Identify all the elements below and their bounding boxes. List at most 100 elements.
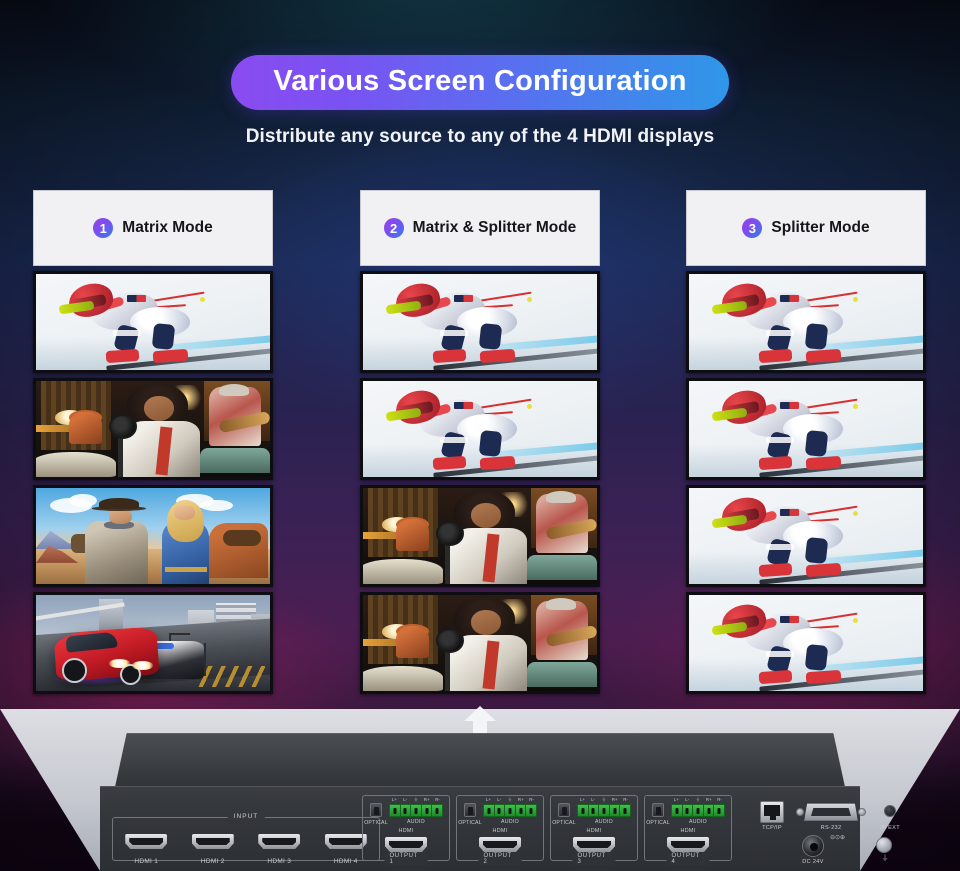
polarity-marks: ⊖⊙⊕ xyxy=(830,835,842,842)
hdmi-output-port-2[interactable] xyxy=(479,837,521,852)
scene-skier xyxy=(363,274,597,370)
display-screen[interactable] xyxy=(360,485,600,587)
display-screen[interactable] xyxy=(33,271,273,373)
hdmi-input-port-1[interactable] xyxy=(125,834,167,849)
audio-terminal-block-1[interactable] xyxy=(389,804,443,817)
header: Various Screen Configuration Distribute … xyxy=(0,0,960,148)
tcpip-rj45-port[interactable] xyxy=(760,801,784,823)
scene-skier xyxy=(363,381,597,477)
mode-badge-1: 1 xyxy=(93,218,113,238)
hdmi-input-label-4: HDMI 4 xyxy=(334,858,358,865)
ir-ext-label: IR EXT xyxy=(876,825,904,831)
display-screen[interactable] xyxy=(686,378,926,480)
scene-western xyxy=(36,488,270,584)
scene-band xyxy=(363,595,597,691)
hdmi-output-port-3[interactable] xyxy=(573,837,615,852)
device-chassis-top xyxy=(115,733,845,787)
scene-skier xyxy=(689,274,923,370)
audio-label-3: AUDIO xyxy=(577,819,631,825)
output-block-2: OPTICAL L+L- ⏚R+ R- AUDIO HDMI OUTPUT 2 xyxy=(456,795,544,861)
optical-port-1[interactable] xyxy=(370,803,382,817)
audio-pin-labels-4: L+L- ⏚R+ R- xyxy=(671,797,725,803)
audio-terminal-block-3[interactable] xyxy=(577,804,631,817)
rs232-screw-right xyxy=(858,808,866,816)
mode-badge-3: 3 xyxy=(742,218,762,238)
hdmi-input-label-2: HDMI 2 xyxy=(201,858,225,865)
scene-skier xyxy=(689,595,923,691)
output-title-4: OUTPUT 4 xyxy=(667,853,710,865)
output-title-3: OUTPUT 3 xyxy=(573,853,616,865)
ground-screw-post[interactable] xyxy=(876,837,892,853)
output-title-1: OUTPUT 1 xyxy=(385,853,428,865)
screen-stack-2 xyxy=(360,271,600,694)
audio-label-4: AUDIO xyxy=(671,819,725,825)
output-hdmi-label-3: HDMI xyxy=(551,828,637,834)
control-section: TCP/IP RS-232 IR EXT ⊖⊙⊕ DC 24V xyxy=(748,791,918,869)
device-rear-panel: INPUT HDMI 1 HDMI 2 HDMI 3 HDMI 4 OPTICA… xyxy=(100,786,860,871)
audio-pin-labels-3: L+L- ⏚R+ R- xyxy=(577,797,631,803)
display-screen[interactable] xyxy=(33,378,273,480)
output-block-1: OPTICAL L+L- ⏚R+ R- AUDIO HDMI OUTPUT 1 xyxy=(362,795,450,861)
mode-header-1[interactable]: 1 Matrix Mode xyxy=(33,190,273,266)
output-block-3: OPTICAL L+L- ⏚R+ R- AUDIO HDMI OUTPUT 3 xyxy=(550,795,638,861)
scene-band xyxy=(363,488,597,584)
optical-label-4: OPTICAL xyxy=(646,820,670,826)
audio-pin-labels-2: L+L- ⏚R+ R- xyxy=(483,797,537,803)
input-group: INPUT HDMI 1 HDMI 2 HDMI 3 HDMI 4 xyxy=(112,817,380,861)
page-subtitle: Distribute any source to any of the 4 HD… xyxy=(0,126,960,148)
display-screen[interactable] xyxy=(360,271,600,373)
optical-label-1: OPTICAL xyxy=(364,820,388,826)
scene-skier xyxy=(36,274,270,370)
display-screen[interactable] xyxy=(360,378,600,480)
optical-port-3[interactable] xyxy=(558,803,570,817)
screen-stack-3 xyxy=(686,271,926,694)
display-screen[interactable] xyxy=(686,485,926,587)
mode-columns: 1 Matrix Mode xyxy=(0,190,960,700)
optical-port-4[interactable] xyxy=(652,803,664,817)
optical-port-2[interactable] xyxy=(464,803,476,817)
hdmi-input-port-3[interactable] xyxy=(258,834,300,849)
rs232-screw-left xyxy=(796,808,804,816)
hdmi-output-port-4[interactable] xyxy=(667,837,709,852)
display-screen[interactable] xyxy=(686,592,926,694)
mode-header-3[interactable]: 3 Splitter Mode xyxy=(686,190,926,266)
mode-header-2[interactable]: 2 Matrix & Splitter Mode xyxy=(360,190,600,266)
hdmi-input-label-3: HDMI 3 xyxy=(267,858,291,865)
ir-ext-port[interactable] xyxy=(884,805,896,817)
screen-stack-1 xyxy=(33,271,273,694)
display-screen[interactable] xyxy=(360,592,600,694)
optical-label-3: OPTICAL xyxy=(552,820,576,826)
power-label: DC 24V xyxy=(798,859,828,865)
scene-band xyxy=(36,381,270,477)
audio-label-2: AUDIO xyxy=(483,819,537,825)
optical-label-2: OPTICAL xyxy=(458,820,482,826)
scene-skier xyxy=(689,381,923,477)
hdmi-input-port-2[interactable] xyxy=(192,834,234,849)
audio-label-1: AUDIO xyxy=(389,819,443,825)
scene-skier xyxy=(689,488,923,584)
audio-terminal-block-4[interactable] xyxy=(671,804,725,817)
input-group-label: INPUT xyxy=(228,813,265,820)
audio-terminal-block-2[interactable] xyxy=(483,804,537,817)
dc-power-jack[interactable] xyxy=(802,835,824,857)
matrix-switch-device: INPUT HDMI 1 HDMI 2 HDMI 3 HDMI 4 OPTICA… xyxy=(0,700,960,871)
hdmi-input-label-1: HDMI 1 xyxy=(134,858,158,865)
display-screen[interactable] xyxy=(33,485,273,587)
rs232-label: RS-232 xyxy=(804,825,858,831)
audio-pin-labels-1: L+L- ⏚R+ R- xyxy=(389,797,443,803)
mode-label-1: Matrix Mode xyxy=(122,219,212,237)
tcpip-label: TCP/IP xyxy=(754,825,790,831)
output-hdmi-label-4: HDMI xyxy=(645,828,731,834)
display-screen[interactable] xyxy=(686,271,926,373)
mode-label-2: Matrix & Splitter Mode xyxy=(413,219,577,237)
mode-column-splitter: 3 Splitter Mode xyxy=(686,190,926,694)
output-hdmi-label-2: HDMI xyxy=(457,828,543,834)
page-title: Various Screen Configuration xyxy=(231,55,728,110)
mode-badge-2: 2 xyxy=(384,218,404,238)
rs232-db9-port[interactable] xyxy=(804,803,858,821)
hdmi-input-port-4[interactable] xyxy=(325,834,367,849)
display-screen[interactable] xyxy=(33,592,273,694)
scene-racing xyxy=(36,595,270,691)
hdmi-output-port-1[interactable] xyxy=(385,837,427,852)
mode-column-matrix: 1 Matrix Mode xyxy=(33,190,273,694)
